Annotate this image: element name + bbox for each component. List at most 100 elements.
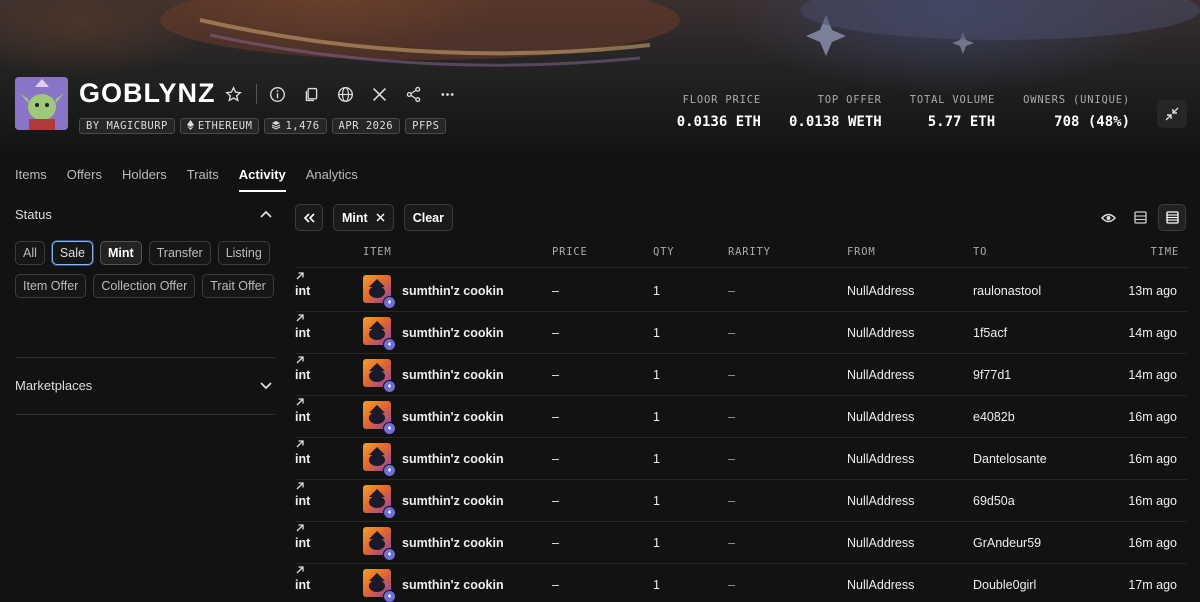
tab-activity[interactable]: Activity <box>238 167 286 192</box>
external-link-icon[interactable] <box>295 355 305 365</box>
event-time[interactable]: 16m ago <box>1128 494 1177 508</box>
item-name[interactable]: sumthin'z cookin <box>402 326 504 340</box>
clear-filters-button[interactable]: Clear <box>403 204 453 231</box>
chip-mint[interactable]: Mint <box>99 241 142 265</box>
collection-badges: BY MAGICBURP ETHEREUM 1,476 APR 2026 PFP… <box>79 118 447 134</box>
from-address[interactable]: NullAddress <box>847 326 914 340</box>
favorite-star-icon[interactable] <box>216 84 250 104</box>
to-address[interactable]: 9f77d1 <box>973 368 1011 382</box>
header-divider <box>256 84 257 104</box>
info-icon[interactable] <box>260 84 294 104</box>
creator-badge[interactable]: BY MAGICBURP <box>79 118 175 134</box>
symbol-badge: PFPS <box>405 118 447 134</box>
item-name[interactable]: sumthin'z cookin <box>402 452 504 466</box>
chip-item-offer[interactable]: Item Offer <box>15 274 87 298</box>
from-address[interactable]: NullAddress <box>847 578 914 592</box>
table-row[interactable]: int ♦ sumthin'z cookin – 1 – NullAddress… <box>295 312 1187 354</box>
tab-items[interactable]: Items <box>15 167 47 192</box>
list-view-button[interactable] <box>1126 204 1154 231</box>
to-address[interactable]: GrAndeur59 <box>973 536 1041 550</box>
tab-holders[interactable]: Holders <box>122 167 167 192</box>
external-link-icon[interactable] <box>295 313 305 323</box>
external-link-icon[interactable] <box>295 397 305 407</box>
chip-collection-offer[interactable]: Collection Offer <box>93 274 196 298</box>
table-row[interactable]: int ♦ sumthin'z cookin – 1 – NullAddress… <box>295 564 1187 602</box>
event-time[interactable]: 16m ago <box>1128 452 1177 466</box>
chip-transfer[interactable]: Transfer <box>148 241 211 265</box>
chip-listing[interactable]: Listing <box>217 241 270 265</box>
item-price: – <box>552 536 559 550</box>
marketplaces-filter-header[interactable]: Marketplaces <box>15 378 275 393</box>
to-address[interactable]: e4082b <box>973 410 1015 424</box>
item-name[interactable]: sumthin'z cookin <box>402 368 504 382</box>
tab-traits[interactable]: Traits <box>187 167 219 192</box>
active-filter-chip[interactable]: Mint <box>333 204 394 231</box>
tab-analytics[interactable]: Analytics <box>306 167 358 192</box>
external-link-icon[interactable] <box>295 439 305 449</box>
collapse-sidebar-button[interactable] <box>295 204 323 231</box>
table-row[interactable]: int ♦ sumthin'z cookin – 1 – NullAddress… <box>295 522 1187 564</box>
table-view-button[interactable] <box>1158 204 1186 231</box>
close-icon[interactable] <box>376 213 385 222</box>
collapse-header-button[interactable] <box>1157 100 1187 128</box>
visibility-toggle[interactable] <box>1094 204 1122 231</box>
share-icon[interactable] <box>396 84 430 104</box>
table-row[interactable]: int ♦ sumthin'z cookin – 1 – NullAddress… <box>295 354 1187 396</box>
external-link-icon[interactable] <box>295 523 305 533</box>
more-options-icon[interactable] <box>430 84 464 104</box>
item-name[interactable]: sumthin'z cookin <box>402 284 504 298</box>
chip-trait-offer[interactable]: Trait Offer <box>202 274 274 298</box>
to-address[interactable]: 69d50a <box>973 494 1015 508</box>
external-link-icon[interactable] <box>295 565 305 575</box>
ethereum-chain-icon: ♦ <box>383 338 396 351</box>
x-twitter-icon[interactable] <box>362 84 396 104</box>
item-rarity: – <box>728 494 735 508</box>
event-time[interactable]: 14m ago <box>1128 368 1177 382</box>
status-filter-header[interactable]: Status <box>15 205 275 223</box>
table-row[interactable]: int ♦ sumthin'z cookin – 1 – NullAddress… <box>295 396 1187 438</box>
external-link-icon[interactable] <box>295 481 305 491</box>
from-address[interactable]: NullAddress <box>847 410 914 424</box>
event-type: int <box>295 326 311 340</box>
from-address[interactable]: NullAddress <box>847 536 914 550</box>
from-address[interactable]: NullAddress <box>847 368 914 382</box>
event-time[interactable]: 13m ago <box>1128 284 1177 298</box>
event-time[interactable]: 16m ago <box>1128 536 1177 550</box>
item-name[interactable]: sumthin'z cookin <box>402 536 504 550</box>
event-time[interactable]: 14m ago <box>1128 326 1177 340</box>
collection-stats: FLOOR PRICE 0.0136 ETH TOP OFFER 0.0138 … <box>677 94 1130 130</box>
table-row[interactable]: int ♦ sumthin'z cookin – 1 – NullAddress… <box>295 438 1187 480</box>
to-address[interactable]: Dantelosante <box>973 452 1047 466</box>
item-rarity: – <box>728 284 735 298</box>
table-row[interactable]: int ♦ sumthin'z cookin – 1 – NullAddress… <box>295 480 1187 522</box>
to-address[interactable]: 1f5acf <box>973 326 1007 340</box>
tab-offers[interactable]: Offers <box>67 167 102 192</box>
item-name[interactable]: sumthin'z cookin <box>402 578 504 592</box>
ethereum-chain-icon: ♦ <box>383 548 396 561</box>
to-address[interactable]: Double0girl <box>973 578 1036 592</box>
date-label: APR 2026 <box>338 120 394 132</box>
header-from: FROM <box>847 246 876 258</box>
event-type: int <box>295 368 311 382</box>
chip-all[interactable]: All <box>15 241 45 265</box>
table-row[interactable]: int ♦ sumthin'z cookin – 1 – NullAddress… <box>295 270 1187 312</box>
ethereum-chain-icon: ♦ <box>383 506 396 519</box>
from-address[interactable]: NullAddress <box>847 284 914 298</box>
website-globe-icon[interactable] <box>328 84 362 104</box>
chip-sale[interactable]: Sale <box>51 241 93 265</box>
copy-icon[interactable] <box>294 84 328 104</box>
stat-value: 708 (48%) <box>1054 114 1130 130</box>
to-address[interactable]: raulonastool <box>973 284 1041 298</box>
event-time[interactable]: 17m ago <box>1128 578 1177 592</box>
event-time[interactable]: 16m ago <box>1128 410 1177 424</box>
header-rarity: RARITY <box>728 246 771 258</box>
external-link-icon[interactable] <box>295 271 305 281</box>
from-address[interactable]: NullAddress <box>847 452 914 466</box>
item-name[interactable]: sumthin'z cookin <box>402 494 504 508</box>
event-type: int <box>295 410 311 424</box>
stat-label: OWNERS (UNIQUE) <box>1023 94 1130 106</box>
from-address[interactable]: NullAddress <box>847 494 914 508</box>
item-price: – <box>552 494 559 508</box>
item-name[interactable]: sumthin'z cookin <box>402 410 504 424</box>
ethereum-chain-icon: ♦ <box>383 464 396 477</box>
